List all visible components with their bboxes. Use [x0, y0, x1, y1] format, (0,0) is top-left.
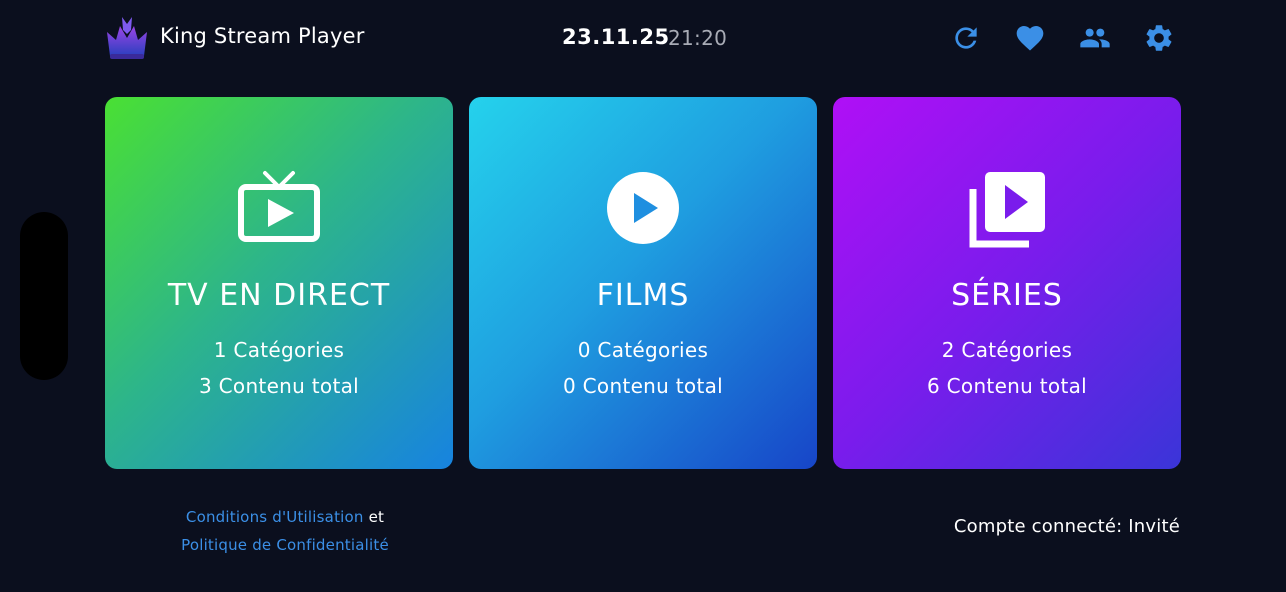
- card-total-content: 6 Contenu total: [926, 374, 1088, 398]
- card-total-content: 3 Contenu total: [198, 374, 360, 398]
- series-card[interactable]: SÉRIES 2 Catégories 6 Contenu total: [833, 97, 1181, 469]
- tv-play-icon: [237, 169, 321, 253]
- settings-icon[interactable]: [1143, 22, 1175, 54]
- conjunction-text: et: [368, 508, 385, 526]
- app-logo: [104, 14, 150, 62]
- device-notch: [20, 212, 68, 380]
- card-title: SÉRIES: [951, 278, 1063, 313]
- films-card[interactable]: FILMS 0 Catégories 0 Contenu total: [469, 97, 817, 469]
- play-circle-icon: [601, 169, 685, 253]
- card-title: FILMS: [596, 278, 690, 313]
- refresh-icon[interactable]: [950, 22, 982, 54]
- card-categories-count: 0 Catégories: [577, 338, 709, 362]
- app-title: King Stream Player: [160, 24, 365, 48]
- legal-links: Conditions d'Utilisation et Politique de…: [140, 503, 430, 559]
- card-total-content: 0 Contenu total: [562, 374, 724, 398]
- card-title: TV EN DIRECT: [167, 278, 391, 313]
- users-icon[interactable]: [1079, 22, 1111, 54]
- privacy-link[interactable]: Politique de Confidentialité: [181, 536, 389, 554]
- terms-link[interactable]: Conditions d'Utilisation: [186, 508, 364, 526]
- live-tv-card[interactable]: TV EN DIRECT 1 Catégories 3 Contenu tota…: [105, 97, 453, 469]
- current-time: 21:20: [668, 26, 728, 50]
- heart-icon[interactable]: [1014, 22, 1046, 54]
- card-categories-count: 1 Catégories: [213, 338, 345, 362]
- card-categories-count: 2 Catégories: [941, 338, 1073, 362]
- video-library-icon: [965, 169, 1049, 253]
- account-status: Compte connecté: Invité: [953, 516, 1180, 537]
- current-date: 23.11.25: [562, 25, 670, 49]
